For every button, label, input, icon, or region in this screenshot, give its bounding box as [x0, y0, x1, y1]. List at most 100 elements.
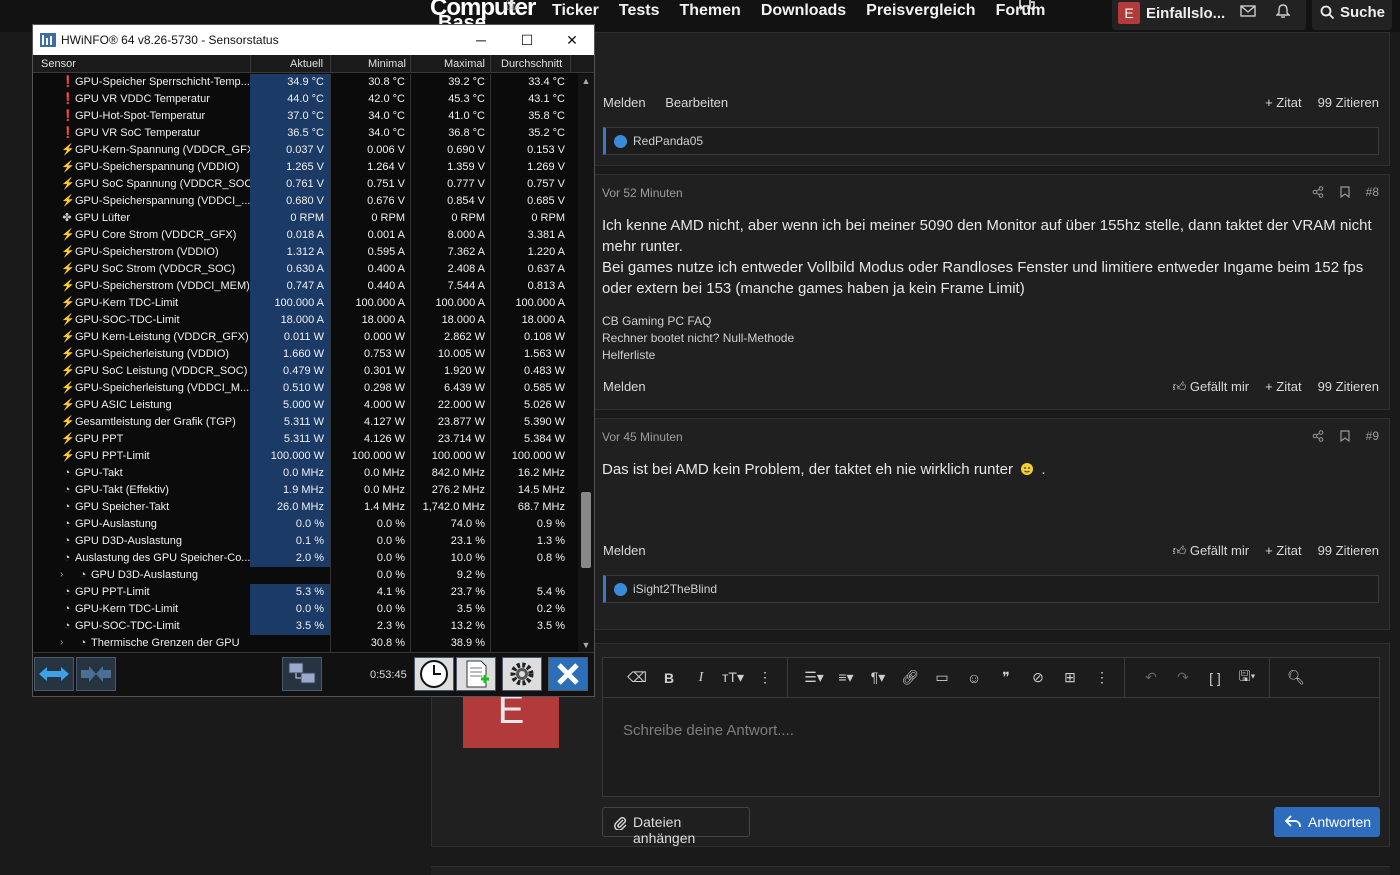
- nav-link-downloads[interactable]: Downloads: [761, 2, 846, 20]
- report-link[interactable]: Melden: [603, 95, 646, 110]
- bookmark-icon[interactable]: [1340, 430, 1350, 442]
- sensor-row[interactable]: ◔ GPU-Auslastung 0.0 % 0.0 % 74.0 % 0.9 %: [33, 516, 578, 533]
- close-button[interactable]: ✕: [552, 29, 592, 51]
- sensor-row[interactable]: ◔ GPU-Takt (Effektiv) 1.9 MHz 0.0 MHz 276.2 …: [33, 482, 578, 499]
- smiley-icon[interactable]: ☺: [958, 666, 990, 690]
- quote-link[interactable]: + Zitat: [1265, 379, 1302, 395]
- sensor-row[interactable]: ⚡ GPU-SOC-TDC-Limit 18.000 A 18.000 A 18.000…: [33, 312, 578, 329]
- minimize-button[interactable]: ─: [461, 29, 501, 51]
- report-link[interactable]: Melden: [603, 379, 646, 394]
- settings-button[interactable]: [502, 657, 542, 691]
- sensor-row[interactable]: ❗ GPU-Speicher Sperrschicht-Temp... 34.9 °…: [33, 74, 578, 91]
- reply-quote-link[interactable]: 99 Zitieren: [1318, 95, 1379, 110]
- post-time[interactable]: Vor 52 Minuten: [602, 186, 683, 200]
- bookmark-icon[interactable]: [1340, 186, 1350, 198]
- column-current[interactable]: Aktuell: [290, 58, 323, 70]
- reply-quote-link[interactable]: 99 Zitieren: [1318, 379, 1379, 395]
- sensor-row[interactable]: ❗ GPU-Hot-Spot-Temperatur 37.0 °C 34.0 °C 41…: [33, 108, 578, 125]
- eraser-icon[interactable]: ⌫: [621, 666, 653, 690]
- hwinfo-window[interactable]: HWiNFO® 64 v8.26-5730 - Sensorstatus ─ ☐…: [32, 24, 595, 697]
- sensor-row[interactable]: ⚡ GPU Core Strom (VDDCR_GFX) 0.018 A 0.001 …: [33, 227, 578, 244]
- column-average[interactable]: Durchschnitt: [501, 58, 562, 70]
- link-icon[interactable]: 🔗︎: [894, 666, 926, 690]
- sensor-row[interactable]: ⚡ GPU SoC Leistung (VDDCR_SOC) 0.479 W 0.30…: [33, 363, 578, 380]
- reply-avatar[interactable]: E: [463, 690, 559, 748]
- report-link[interactable]: Melden: [603, 543, 646, 558]
- sensor-row[interactable]: ⚡ GPU-Kern-Spannung (VDDCR_GFX) 0.037 V 0.0…: [33, 142, 578, 159]
- undo-icon[interactable]: ↶: [1135, 666, 1167, 690]
- like-button[interactable]: 👍︎ Gefällt mir: [1173, 379, 1249, 395]
- sensor-row[interactable]: ❗ GPU VR VDDC Temperatur 44.0 °C 42.0 °C 45.…: [33, 91, 578, 108]
- bold-icon[interactable]: B: [653, 666, 685, 690]
- edit-link[interactable]: Bearbeiten: [665, 95, 728, 110]
- align-icon[interactable]: ≡▾: [830, 666, 862, 690]
- sensor-row[interactable]: ⚡ Gesamtleistung der Grafik (TGP) 5.311 W 4…: [33, 414, 578, 431]
- attach-files-button[interactable]: Dateien anhängen: [602, 807, 750, 846]
- nav-link-preisvergleich[interactable]: Preisvergleich: [866, 2, 975, 20]
- sensor-row[interactable]: ⚡ GPU-Speicherstrom (VDDIO) 1.312 A 0.595 A…: [33, 244, 578, 261]
- reactions-bar[interactable]: RedPanda05: [603, 127, 1379, 155]
- sensor-row[interactable]: ⚡ GPU ASIC Leistung 5.000 W 4.000 W 22.000 W…: [33, 397, 578, 414]
- scroll-down-icon[interactable]: ▼: [578, 638, 594, 652]
- sensor-row[interactable]: ◔ GPU PPT-Limit 5.3 % 4.1 % 23.7 % 5.4 %: [33, 584, 578, 601]
- user-menu[interactable]: E Einfallslo...: [1112, 0, 1306, 30]
- quote-link[interactable]: + Zitat: [1265, 543, 1302, 559]
- sensor-table[interactable]: ❗ GPU-Speicher Sperrschicht-Temp... 34.9 °…: [33, 74, 578, 652]
- mail-icon[interactable]: [1240, 5, 1256, 17]
- reaction-users[interactable]: RedPanda05: [633, 134, 703, 148]
- sensor-row[interactable]: ⚡ GPU SoC Spannung (VDDCR_SOC) 0.761 V 0.75…: [33, 176, 578, 193]
- more-icon[interactable]: ⋮: [1086, 666, 1118, 690]
- sensor-row[interactable]: › ◔ Thermische Grenzen der GPU 30.8 % 38.9 %: [33, 635, 578, 652]
- window-titlebar[interactable]: HWiNFO® 64 v8.26-5730 - Sensorstatus ─ ☐…: [33, 25, 594, 55]
- nav-link-tests[interactable]: Tests: [619, 2, 660, 20]
- sensor-row[interactable]: ◔ GPU-SOC-TDC-Limit 3.5 % 2.3 % 13.2 % 3.5 %: [33, 618, 578, 635]
- sensor-row[interactable]: ⚡ GPU PPT 5.311 W 4.126 W 23.714 W 5.384 W: [33, 431, 578, 448]
- sensor-row[interactable]: ◔ GPU Speicher-Takt 26.0 MHz 1.4 MHz 1,742.0…: [33, 499, 578, 516]
- sensor-row[interactable]: ◔ GPU-Kern TDC-Limit 0.0 % 0.0 % 3.5 % 0.2 %: [33, 601, 578, 618]
- sensor-row[interactable]: ⚡ GPU-Speicherstrom (VDDCI_MEM) 0.747 A 0.4…: [33, 278, 578, 295]
- scroll-thumb[interactable]: [581, 492, 591, 568]
- collapse-columns-button[interactable]: [76, 657, 116, 691]
- reply-editor[interactable]: ⌫ B IтT▾ ⋮ ☰▾ ≡▾ ¶▾ 🔗︎ ▭ ☺ ❞ ⊘ ⊞ ⋮ ↶ ↷[ ] 🖫▾ 🔍︎ Schreibe …: [602, 657, 1380, 797]
- reply-quote-link[interactable]: 99 Zitieren: [1318, 543, 1379, 559]
- post-number[interactable]: #8: [1366, 185, 1379, 199]
- sensor-row[interactable]: ✤ GPU Lüfter 0 RPM 0 RPM 0 RPM 0 RPM: [33, 210, 578, 227]
- bbcode-icon[interactable]: [ ]: [1199, 666, 1231, 690]
- scroll-up-icon[interactable]: ▲: [578, 74, 594, 88]
- logging-button[interactable]: [456, 657, 496, 691]
- signature-link[interactable]: Helferliste: [602, 347, 794, 364]
- redo-icon[interactable]: ↷: [1167, 666, 1199, 690]
- sensor-row[interactable]: ❗ GPU VR SoC Temperatur 36.5 °C 34.0 °C 36.8…: [33, 125, 578, 142]
- reply-button[interactable]: Antworten: [1274, 807, 1380, 837]
- bell-icon[interactable]: [1276, 4, 1290, 19]
- sensor-row[interactable]: ⚡ GPU Kern-Leistung (VDDCR_GFX) 0.011 W 0.0…: [33, 329, 578, 346]
- share-icon[interactable]: [1312, 430, 1324, 442]
- signature-link[interactable]: CB Gaming PC FAQ: [602, 313, 794, 330]
- sensor-row[interactable]: ◔ Auslastung des GPU Speicher-Co... 2.0 % 0…: [33, 550, 578, 567]
- post-number[interactable]: #9: [1366, 429, 1379, 443]
- expand-columns-button[interactable]: [34, 657, 74, 691]
- preview-icon[interactable]: 🔍︎: [1280, 666, 1312, 690]
- sensor-row[interactable]: ⚡ GPU SoC Strom (VDDCR_SOC) 0.630 A 0.400 A…: [33, 261, 578, 278]
- reset-clock-button[interactable]: [414, 657, 454, 691]
- signature-link[interactable]: Rechner bootet nicht? Null-Methode: [602, 330, 794, 347]
- reaction-users[interactable]: iSight2TheBlind: [633, 582, 717, 596]
- like-button[interactable]: 👍︎ Gefällt mir: [1173, 543, 1249, 559]
- nav-link-themen[interactable]: Themen: [679, 2, 740, 20]
- post-time[interactable]: Vor 45 Minuten: [602, 430, 683, 444]
- reactions-bar[interactable]: iSight2TheBlind: [603, 575, 1379, 603]
- column-sensor[interactable]: Sensor: [41, 58, 76, 70]
- share-icon[interactable]: [1312, 186, 1324, 198]
- vertical-scrollbar[interactable]: ▲ ▼: [578, 74, 594, 652]
- nav-link-ticker[interactable]: Ticker: [552, 2, 599, 20]
- network-button[interactable]: [282, 657, 322, 691]
- sensor-row[interactable]: ⚡ GPU-Speicherleistung (VDDCI_M... 0.510 W…: [33, 380, 578, 397]
- drafts-icon[interactable]: 🖫▾: [1231, 666, 1263, 690]
- sensor-row[interactable]: › ◔ GPU D3D-Auslastung 0.0 % 9.2 %: [33, 567, 578, 584]
- close-sensors-button[interactable]: [548, 657, 588, 691]
- paragraph-icon[interactable]: ¶▾: [862, 666, 894, 690]
- image-icon[interactable]: ▭: [926, 666, 958, 690]
- chat-icon[interactable]: [1018, 0, 1036, 12]
- sensor-row[interactable]: ⚡ GPU-Speicherleistung (VDDIO) 1.660 W 0.75…: [33, 346, 578, 363]
- chevron-right-icon[interactable]: ›: [60, 569, 68, 580]
